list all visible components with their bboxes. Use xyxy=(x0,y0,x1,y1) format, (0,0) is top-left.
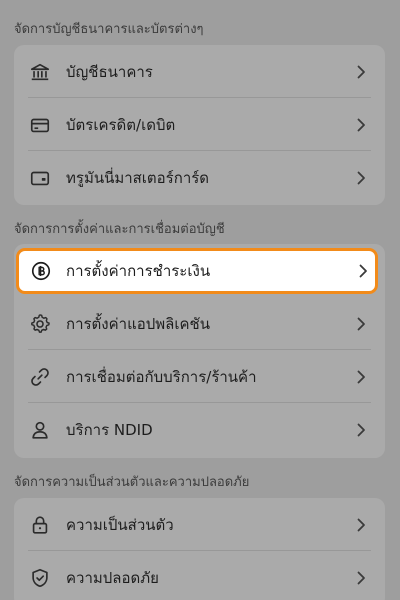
chevron-right-icon xyxy=(357,263,369,279)
chevron-right-icon xyxy=(355,64,367,80)
section-header-settings-connections: จัดการการตั้งค่าและการเชื่อมต่อบัญชี xyxy=(14,222,225,237)
chevron-right-icon xyxy=(355,316,367,332)
menu-item-privacy[interactable]: ความเป็นส่วนตัว xyxy=(14,498,385,551)
menu-item-label: ทรูมันนี่มาสเตอร์การ์ด xyxy=(66,168,210,187)
menu-item-label: การตั้งค่าแอปพลิเคชัน xyxy=(66,314,210,333)
menu-item-label: ความปลอดภัย xyxy=(66,568,159,587)
menu-item-bank-account[interactable]: บัญชีธนาคาร xyxy=(14,45,385,98)
shield-check-icon xyxy=(28,566,52,590)
lock-icon xyxy=(28,513,52,537)
chevron-right-icon xyxy=(355,170,367,186)
chevron-right-icon xyxy=(355,517,367,533)
menu-item-label: บริการ NDID xyxy=(66,420,153,439)
menu-item-label: บัญชีธนาคาร xyxy=(66,62,153,81)
wallet-card-icon xyxy=(28,166,52,190)
section-header-bank-cards: จัดการบัญชีธนาคารและบัตรต่างๆ xyxy=(14,22,204,37)
person-icon xyxy=(28,418,52,442)
menu-item-app-settings[interactable]: การตั้งค่าแอปพลิเคชัน xyxy=(14,297,385,350)
menu-item-label: ความเป็นส่วนตัว xyxy=(66,515,174,534)
chevron-right-icon xyxy=(355,570,367,586)
link-icon xyxy=(28,365,52,389)
menu-item-label: การตั้งค่าการชำระเงิน xyxy=(66,262,211,280)
settings-screen: จัดการบัญชีธนาคารและบัตรต่างๆ บัญชีธนาคา… xyxy=(0,0,400,600)
menu-item-payment-settings[interactable]: การตั้งค่าการชำระเงิน xyxy=(16,248,378,294)
menu-item-security[interactable]: ความปลอดภัย xyxy=(14,551,385,600)
menu-item-truemoney-mastercard[interactable]: ทรูมันนี่มาสเตอร์การ์ด xyxy=(14,151,385,204)
section-header-privacy-security: จัดการความเป็นส่วนตัวและความปลอดภัย xyxy=(14,475,250,490)
menu-item-label: บัตรเครดิต/เดบิต xyxy=(66,115,176,134)
menu-item-credit-debit-card[interactable]: บัตรเครดิต/เดบิต xyxy=(14,98,385,151)
chevron-right-icon xyxy=(355,369,367,385)
baht-coin-icon xyxy=(29,259,53,283)
menu-item-service-store-connection[interactable]: การเชื่อมต่อกับบริการ/ร้านค้า xyxy=(14,350,385,403)
chevron-right-icon xyxy=(355,117,367,133)
gear-icon xyxy=(28,312,52,336)
menu-item-label: การเชื่อมต่อกับบริการ/ร้านค้า xyxy=(66,367,257,386)
chevron-right-icon xyxy=(355,422,367,438)
menu-item-ndid-service[interactable]: บริการ NDID xyxy=(14,403,385,456)
credit-card-icon xyxy=(28,113,52,137)
card-bank-cards: บัญชีธนาคาร บัตรเครดิต/เดบิต ทรูมันนี่มา… xyxy=(14,45,385,205)
bank-icon xyxy=(28,60,52,84)
card-privacy-security: ความเป็นส่วนตัว ความปลอดภัย xyxy=(14,498,385,600)
